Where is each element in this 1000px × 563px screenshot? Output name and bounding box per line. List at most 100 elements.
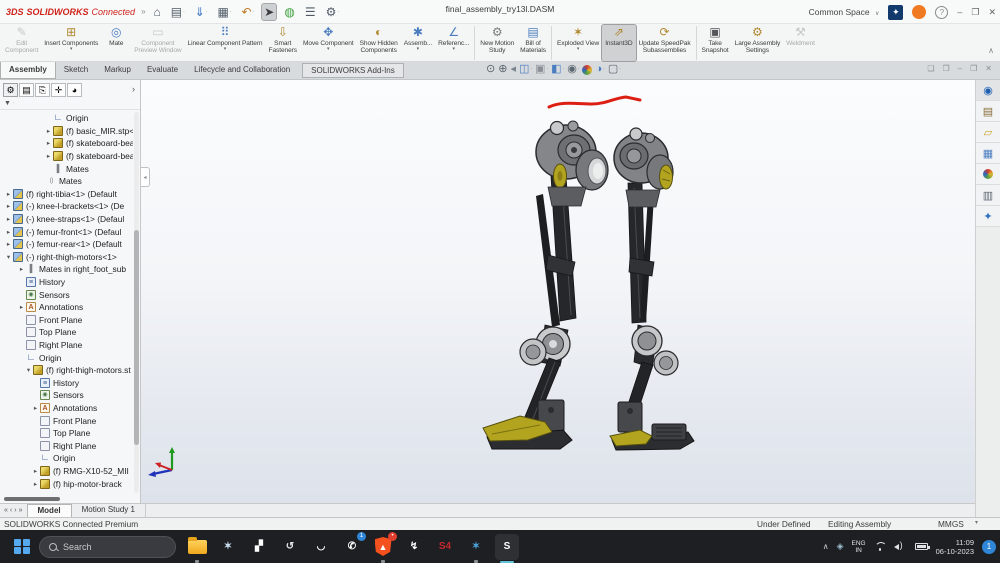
quick-access-button[interactable]: ⚙ ·: [324, 4, 341, 20]
tree-horizontal-scrollbar[interactable]: [4, 497, 60, 501]
task-pane-tab[interactable]: ▤: [976, 101, 1000, 122]
expand-arrow-icon[interactable]: ▸: [4, 190, 13, 198]
scrollbar-thumb[interactable]: [134, 230, 139, 445]
expand-arrow-icon[interactable]: ▸: [17, 265, 26, 273]
view-toolbar-button[interactable]: ◉ ·: [567, 63, 579, 76]
clock[interactable]: 11:09 06-10-2023: [936, 538, 974, 556]
tree-item[interactable]: History: [0, 376, 133, 389]
tray-app-icon[interactable]: ◈: [837, 541, 844, 552]
view-toolbar-button[interactable]: ▢ ·: [608, 63, 621, 76]
taskbar-app-icon[interactable]: ◡: [309, 534, 333, 560]
tree-item[interactable]: ▸ Annotations: [0, 301, 133, 314]
ribbon-button[interactable]: ▣ Take Snapshot: [699, 25, 732, 61]
expand-arrow-icon[interactable]: ▸: [4, 202, 13, 210]
tree-item[interactable]: ▸ (f) hip-motor-brack: [0, 477, 133, 490]
view-toolbar-button[interactable]: [582, 65, 592, 75]
panel-flyout-handle[interactable]: ◂: [141, 167, 150, 187]
ribbon-button[interactable]: ▤ Bill of Materials: [517, 25, 549, 61]
ribbon-button[interactable]: ◎ Mate: [101, 25, 131, 61]
expand-arrow-icon[interactable]: ▸: [44, 127, 53, 135]
tree-item[interactable]: Right Plane: [0, 439, 133, 452]
ribbon-button[interactable]: ▭ Component Preview Window: [131, 25, 184, 61]
tree-item[interactable]: Origin: [0, 452, 133, 465]
expand-arrow-icon[interactable]: ▸: [4, 215, 13, 223]
feature-manager-tab[interactable]: ▤: [19, 83, 34, 97]
ribbon-button[interactable]: ⇗ Instant3D: [602, 25, 635, 61]
tab-nav-arrow-icon[interactable]: ›: [14, 507, 16, 514]
view-toolbar-button[interactable]: ◑ ·: [595, 63, 604, 76]
tree-item[interactable]: Mates: [0, 162, 133, 175]
ribbon-button[interactable]: ⠿ Linear Component Pattern ▾: [185, 25, 266, 61]
tree-item[interactable]: Sensors: [0, 288, 133, 301]
tree-item[interactable]: Origin: [0, 351, 133, 364]
command-tab[interactable]: Sketch: [56, 62, 96, 79]
task-pane-tab[interactable]: ◉: [976, 80, 1000, 101]
ribbon-button[interactable]: ◐ Show Hidden Components: [357, 25, 401, 61]
quick-access-button[interactable]: ⇓ ·: [193, 4, 210, 20]
ribbon-button[interactable]: [474, 26, 475, 60]
quick-access-button[interactable]: ⌂: [152, 4, 163, 20]
tree-item[interactable]: ▸ (-) knee-straps<1> (Defaul: [0, 213, 133, 226]
quick-access-button[interactable]: ↶ ·: [240, 4, 257, 20]
workspace-selector[interactable]: Common Space ∨: [809, 7, 880, 17]
ribbon-button[interactable]: [551, 26, 552, 60]
doc-window-control-icon[interactable]: ❏: [927, 64, 934, 73]
close-window-icon[interactable]: ✕: [988, 7, 996, 18]
taskbar-app-icon[interactable]: ✶: [216, 534, 240, 560]
tree-item[interactable]: Top Plane: [0, 326, 133, 339]
task-pane-tab[interactable]: ▦: [976, 143, 1000, 164]
tab-nav-arrow-icon[interactable]: ‹: [10, 507, 12, 514]
command-tab[interactable]: Assembly: [0, 62, 56, 79]
task-pane-tab[interactable]: ▱: [976, 122, 1000, 143]
taskbar-app-icon[interactable]: ▞: [247, 534, 271, 560]
ribbon-button[interactable]: ⇩ Smart Fasteners: [266, 25, 300, 61]
tree-item[interactable]: ▸ (f) skateboard-bean: [0, 137, 133, 150]
view-toolbar-button[interactable]: ◂: [510, 63, 516, 76]
wifi-icon[interactable]: [874, 542, 886, 551]
ribbon-button[interactable]: ✥ Move Component ▾: [300, 25, 357, 61]
3dexperience-icon[interactable]: ✦: [888, 5, 903, 20]
feature-manager-tab[interactable]: ⎘: [35, 83, 50, 97]
tree-item[interactable]: Mates: [0, 175, 133, 188]
tree-item[interactable]: ▸ Mates in right_foot_sub: [0, 263, 133, 276]
doc-window-control-icon[interactable]: ✕: [985, 64, 992, 73]
tree-item[interactable]: History: [0, 276, 133, 289]
search-input[interactable]: Search: [39, 536, 176, 558]
command-tab[interactable]: Lifecycle and Collaboration: [186, 62, 298, 79]
ribbon-button[interactable]: ∠ Referenc... ▾: [435, 25, 472, 61]
doc-window-control-icon[interactable]: ❐: [970, 64, 977, 73]
expand-arrow-icon[interactable]: ▸: [31, 467, 40, 475]
language-indicator[interactable]: ENG IN: [852, 540, 866, 554]
tree-item[interactable]: ▸ (f) skateboard-bean: [0, 150, 133, 163]
task-pane-tab[interactable]: ▥: [976, 185, 1000, 206]
ribbon-button[interactable]: [696, 26, 697, 60]
task-pane-tab[interactable]: [976, 164, 1000, 185]
taskbar-app-icon[interactable]: ↯: [402, 534, 426, 560]
expand-arrow-icon[interactable]: ▸: [31, 480, 40, 488]
battery-icon[interactable]: [915, 543, 928, 550]
ribbon-button[interactable]: ⚙ New Motion Study: [477, 25, 517, 61]
chevron-down-icon[interactable]: ▾: [975, 519, 978, 526]
taskbar-app-icon[interactable]: [185, 534, 209, 560]
expand-arrow-icon[interactable]: ▾: [4, 253, 13, 261]
tree-item[interactable]: Front Plane: [0, 314, 133, 327]
tree-item[interactable]: ▸ (f) basic_MIR.stp<1>: [0, 125, 133, 138]
quick-access-button[interactable]: ▤ ·: [169, 4, 187, 20]
ribbon-collapse-icon[interactable]: ∧: [988, 46, 994, 55]
tree-filter-row[interactable]: ▼ ·: [0, 97, 140, 110]
expand-arrow-icon[interactable]: ▸: [4, 240, 13, 248]
volume-icon[interactable]: [894, 542, 907, 552]
feature-manager-tab[interactable]: ✛: [51, 83, 66, 97]
taskbar-app-icon[interactable]: ▲ •: [371, 534, 395, 560]
help-icon[interactable]: ?: [935, 6, 948, 19]
hidden-icons-chevron[interactable]: ∧: [823, 542, 829, 551]
tree-item[interactable]: Sensors: [0, 389, 133, 402]
units-selector[interactable]: MMGS: [938, 519, 964, 529]
tree-item[interactable]: ▸ (f) RMG-X10-52_MII: [0, 465, 133, 478]
command-tab[interactable]: Markup: [96, 62, 139, 79]
ribbon-button[interactable]: ⚒ Weldment: [783, 25, 818, 61]
view-toolbar-button[interactable]: ◧ ·: [551, 63, 564, 76]
ribbon-button[interactable]: ⟳ Update SpeedPak Subassemblies: [636, 25, 694, 61]
taskbar-app-icon[interactable]: ✶: [464, 534, 488, 560]
taskbar-app-icon[interactable]: S4: [433, 534, 457, 560]
